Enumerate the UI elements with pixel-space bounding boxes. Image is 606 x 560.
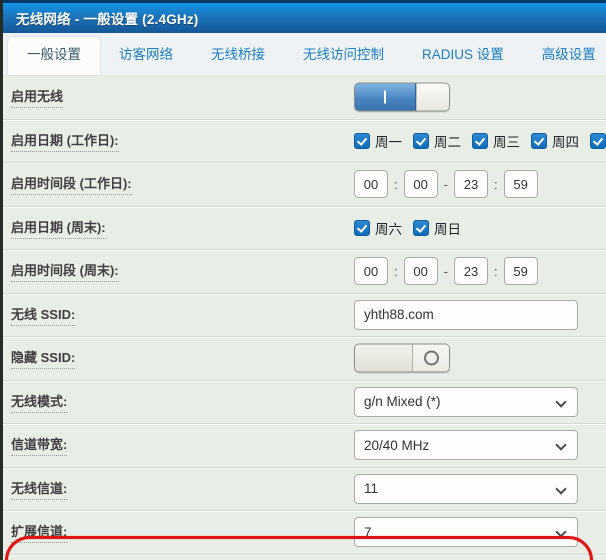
wireless-ssid-label: 无线 SSID: xyxy=(11,304,75,326)
weekday-start-minute-input[interactable] xyxy=(404,170,438,198)
checkbox-tuesday[interactable]: 周二 xyxy=(413,131,461,151)
tab-advanced-settings[interactable]: 高级设置 xyxy=(523,37,606,75)
wireless-ssid-input[interactable] xyxy=(354,300,578,330)
tab-general-settings[interactable]: 一般设置 xyxy=(8,37,100,75)
chevron-down-icon xyxy=(555,440,566,451)
time-range-dash: - xyxy=(444,177,448,192)
hide-ssid-label: 隐藏 SSID: xyxy=(11,347,75,369)
checkbox-friday[interactable]: 周五 xyxy=(590,131,606,151)
enable-wireless-toggle[interactable] xyxy=(354,82,450,111)
weekend-start-minute-input[interactable] xyxy=(404,257,438,285)
extension-channel-label: 扩展信道: xyxy=(11,521,67,543)
tab-radius-settings[interactable]: RADIUS 设置 xyxy=(403,37,523,75)
wireless-mode-label: 无线模式: xyxy=(11,391,67,413)
chevron-down-icon xyxy=(555,527,566,538)
weekend-start-hour-input[interactable] xyxy=(354,257,388,285)
checkbox-monday[interactable]: 周一 xyxy=(354,131,402,151)
tab-bar: 一般设置 访客网络 无线桥接 无线访问控制 RADIUS 设置 高级设置 xyxy=(3,33,606,75)
page-header: 无线网络 - 一般设置 (2.4GHz) xyxy=(3,0,606,33)
row-weekday-time: 启用时间段 (工作日): : - : xyxy=(3,162,606,206)
checkbox-checked-icon xyxy=(531,133,547,149)
check-icon xyxy=(357,135,367,146)
time-separator: : xyxy=(394,177,398,192)
checkbox-saturday[interactable]: 周六 xyxy=(354,218,402,238)
weekday-end-hour-input[interactable] xyxy=(454,170,488,198)
checkbox-checked-icon xyxy=(590,133,606,149)
wireless-channel-select[interactable]: 11 xyxy=(354,474,578,504)
time-separator: : xyxy=(494,177,498,192)
row-wireless-channel: 无线信道: 11 xyxy=(3,467,606,511)
row-partial xyxy=(3,554,606,560)
channel-bandwidth-select[interactable]: 20/40 MHz xyxy=(354,430,578,460)
row-weekend-days: 启用日期 (周末): 周六 周日 xyxy=(3,206,606,250)
checkbox-checked-icon xyxy=(413,133,429,149)
checkbox-checked-icon xyxy=(413,220,429,236)
tab-wireless-access-control[interactable]: 无线访问控制 xyxy=(284,37,403,75)
row-hide-ssid: 隐藏 SSID: xyxy=(3,336,606,380)
enable-wireless-label: 启用无线 xyxy=(11,86,63,108)
toggle-on-side xyxy=(355,83,416,110)
wireless-channel-label: 无线信道: xyxy=(11,478,67,500)
page-title: 无线网络 - 一般设置 (2.4GHz) xyxy=(16,8,199,28)
toggle-off-side xyxy=(413,345,449,372)
channel-bandwidth-label: 信道带宽: xyxy=(11,434,67,456)
check-icon xyxy=(475,135,485,146)
toggle-on-indicator-icon xyxy=(384,90,386,103)
check-icon xyxy=(357,222,367,233)
time-separator: : xyxy=(494,264,498,279)
checkbox-sunday[interactable]: 周日 xyxy=(413,218,461,238)
tab-wireless-bridge[interactable]: 无线桥接 xyxy=(192,37,284,75)
chevron-down-icon xyxy=(555,483,566,494)
general-settings-form: 启用无线 启用日期 (工作日): 周一 周二 xyxy=(3,75,606,560)
extension-channel-select[interactable]: 7 xyxy=(354,517,578,547)
chevron-down-icon xyxy=(555,396,566,407)
check-icon xyxy=(593,135,603,146)
row-channel-bandwidth: 信道带宽: 20/40 MHz xyxy=(3,423,606,467)
toggle-off-indicator-icon xyxy=(424,351,439,366)
weekday-end-minute-input[interactable] xyxy=(504,170,538,198)
checkbox-checked-icon xyxy=(354,220,370,236)
row-extension-channel: 扩展信道: 7 xyxy=(3,510,606,554)
check-icon xyxy=(416,135,426,146)
check-icon xyxy=(416,222,426,233)
weekend-time-label: 启用时间段 (周末): xyxy=(11,260,119,282)
weekday-time-label: 启用时间段 (工作日): xyxy=(11,173,132,195)
weekend-end-minute-input[interactable] xyxy=(504,257,538,285)
checkbox-thursday[interactable]: 周四 xyxy=(531,131,579,151)
checkbox-checked-icon xyxy=(472,133,488,149)
check-icon xyxy=(534,135,544,146)
row-weekday-days: 启用日期 (工作日): 周一 周二 周三 周四 xyxy=(3,119,606,163)
time-separator: : xyxy=(394,264,398,279)
weekend-end-hour-input[interactable] xyxy=(454,257,488,285)
row-wireless-ssid: 无线 SSID: xyxy=(3,293,606,337)
weekday-start-hour-input[interactable] xyxy=(354,170,388,198)
time-range-dash: - xyxy=(444,264,448,279)
row-enable-wireless: 启用无线 xyxy=(3,75,606,119)
toggle-knob xyxy=(416,83,449,110)
tab-guest-network[interactable]: 访客网络 xyxy=(100,37,192,75)
weekday-days-label: 启用日期 (工作日): xyxy=(11,130,119,152)
wireless-mode-select[interactable]: g/n Mixed (*) xyxy=(354,387,578,417)
router-settings-window: 无线网络 - 一般设置 (2.4GHz) 一般设置 访客网络 无线桥接 无线访问… xyxy=(0,0,606,560)
weekend-days-label: 启用日期 (周末): xyxy=(11,217,106,239)
row-wireless-mode: 无线模式: g/n Mixed (*) xyxy=(3,380,606,424)
checkbox-checked-icon xyxy=(354,133,370,149)
row-weekend-time: 启用时间段 (周末): : - : xyxy=(3,249,606,293)
toggle-knob xyxy=(355,345,413,372)
checkbox-wednesday[interactable]: 周三 xyxy=(472,131,520,151)
hide-ssid-toggle[interactable] xyxy=(354,344,450,373)
